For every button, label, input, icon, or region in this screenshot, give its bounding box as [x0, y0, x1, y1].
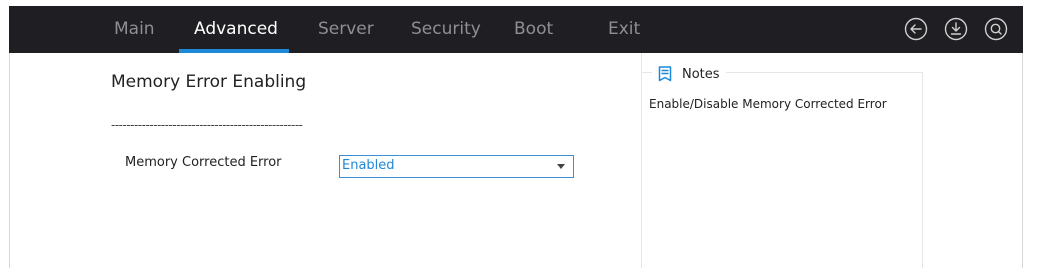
- notes-header: Notes: [652, 64, 726, 84]
- memory-corrected-error-label: Memory Corrected Error: [125, 155, 282, 170]
- download-icon[interactable]: [944, 17, 968, 41]
- search-icon[interactable]: [984, 17, 1008, 41]
- select-value: Enabled: [342, 158, 395, 173]
- tab-advanced[interactable]: Advanced: [194, 6, 278, 53]
- chevron-down-icon: [557, 164, 565, 169]
- tab-main[interactable]: Main: [114, 6, 155, 53]
- back-arrow-icon[interactable]: [904, 17, 928, 41]
- notes-text: Enable/Disable Memory Corrected Error: [649, 97, 887, 111]
- tab-security[interactable]: Security: [411, 6, 481, 53]
- tab-server[interactable]: Server: [318, 6, 374, 53]
- page-title: Memory Error Enabling: [111, 72, 307, 92]
- memory-corrected-error-select[interactable]: Enabled: [339, 155, 574, 178]
- notes-icon: [658, 66, 672, 82]
- dashed-divider: ----------------------------------------…: [111, 118, 303, 132]
- top-navigation-bar: Main Advanced Server Security Boot Exit: [9, 6, 1023, 53]
- tab-boot[interactable]: Boot: [514, 6, 553, 53]
- notes-title: Notes: [682, 66, 720, 82]
- tab-exit[interactable]: Exit: [608, 6, 640, 53]
